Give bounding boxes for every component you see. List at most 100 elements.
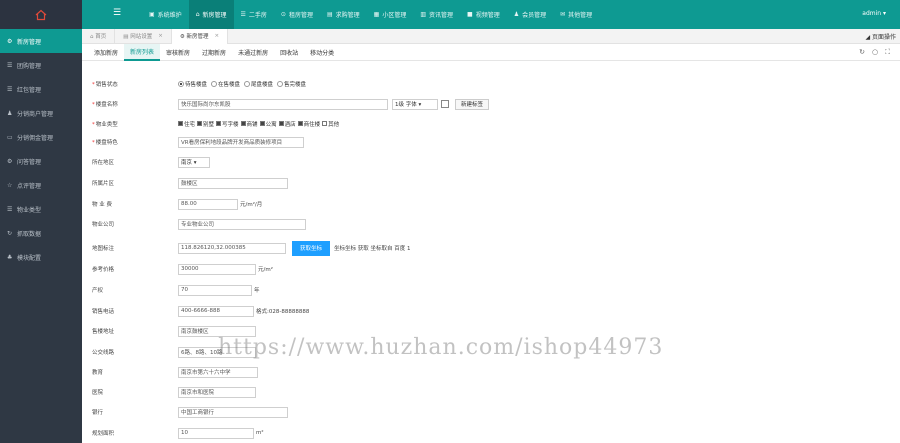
name-input[interactable]: 快乐国际尚尔东凯股 — [178, 98, 388, 110]
radio-label: 在售楼盘 — [218, 81, 241, 88]
color-picker-icon[interactable] — [441, 100, 449, 108]
car-icon: ⊙ — [280, 11, 286, 18]
get-coordinate-button[interactable]: 获取坐标 — [292, 240, 331, 256]
close-icon[interactable]: × — [158, 33, 163, 39]
topnav-item-6[interactable]: ▥ 资讯管理 — [413, 0, 460, 29]
fullscreen-icon[interactable]: ⛶ — [885, 48, 890, 57]
sidebar-item-6[interactable]: ☆ 点评管理 — [0, 173, 82, 197]
address-input[interactable]: 南京鼓楼区 — [178, 325, 256, 337]
feature-input[interactable]: VR看房保利地段品牌开发商品质装修项目 — [178, 136, 304, 148]
checkbox-box — [297, 121, 303, 127]
subtab-1[interactable]: 新房列表 — [124, 43, 161, 61]
avg-price-input[interactable]: 30000 — [178, 263, 256, 275]
font-select[interactable]: 1级 字体 ▾ — [392, 98, 438, 110]
sale-status-radio-1[interactable]: 在售楼盘 — [211, 80, 240, 88]
bus-input[interactable]: 6路、8路、10路 — [178, 346, 256, 358]
sidebar-item-9[interactable]: ♣ 模块配置 — [0, 245, 82, 269]
topnav-item-7[interactable]: ■ 视频管理 — [460, 0, 507, 29]
sidebar-item-1[interactable]: ☰ 团购管理 — [0, 53, 82, 77]
property-type-checkbox-2[interactable]: 写字楼 — [216, 120, 239, 128]
topnav-item-8[interactable]: ♟ 会员管理 — [507, 0, 553, 29]
subtab-6[interactable]: 移动分类 — [304, 44, 340, 61]
subtab-4[interactable]: 未通过新房 — [232, 44, 274, 61]
property-type-checkbox-0[interactable]: 住宅 — [178, 120, 195, 128]
sidebar-item-label: 抓取数据 — [17, 230, 42, 238]
radio-dot — [211, 80, 218, 87]
user-menu[interactable]: admin ▾ — [862, 10, 886, 17]
page-operations-button[interactable]: ◢ 页面操作 — [865, 32, 896, 41]
radio-dot — [244, 80, 251, 87]
property-type-checkbox-4[interactable]: 公寓 — [259, 120, 277, 128]
topnav-item-5[interactable]: ▦ 小区管理 — [367, 0, 414, 29]
sale-status-radio-0[interactable]: 待售楼盘 — [178, 80, 207, 88]
topnav-item-label: 求购管理 — [335, 12, 360, 19]
sidebar-item-0[interactable]: ⚙ 新房管理 — [0, 29, 82, 53]
sidebar-item-3[interactable]: ♟ 分销商户管理 — [0, 101, 82, 125]
property-type-checkbox-1[interactable]: 别墅 — [197, 120, 214, 128]
subtab-2[interactable]: 审核新房 — [160, 44, 196, 61]
topnav-item-9[interactable]: ✉ 其他管理 — [553, 0, 599, 29]
tab-2[interactable]: ⚙ 新房管理 × — [171, 28, 229, 44]
logo[interactable] — [0, 0, 82, 29]
area-input[interactable]: 鼓楼区 — [178, 177, 288, 189]
sidebar-item-label: 物业类型 — [17, 206, 42, 214]
topnav-item-3[interactable]: ⊙ 租房管理 — [274, 0, 320, 29]
list-icon: ☰ — [7, 205, 13, 213]
region-select[interactable]: 南京 ▾ — [178, 156, 210, 168]
wallet-icon: ▭ — [7, 133, 13, 141]
building-icon: ▤ — [326, 11, 333, 18]
subtab-0[interactable]: 添加新房 — [88, 44, 124, 61]
row-hospital: 医院 南京市和医院 — [92, 386, 256, 398]
bus-label: 公交线路 — [92, 350, 115, 356]
search-icon[interactable]: ○ — [872, 48, 878, 57]
home-logo-icon — [35, 9, 47, 20]
school-input[interactable]: 南京市第六十六中学 — [178, 366, 258, 378]
video-icon: ■ — [467, 11, 473, 18]
phone-input[interactable]: 400-6666-888 — [178, 305, 254, 317]
plan-area-input[interactable]: 10 — [178, 427, 254, 439]
fee-input[interactable]: 88.00 — [178, 198, 238, 210]
property-type-checkbox-6[interactable]: 商住楼 — [297, 120, 320, 128]
style-button[interactable]: 新建标签 — [455, 98, 490, 110]
sidebar-item-label: 红包管理 — [17, 86, 42, 94]
topnav-item-label: 租房管理 — [288, 12, 313, 19]
hospital-input[interactable]: 南京市和医院 — [178, 386, 256, 398]
sidebar-item-4[interactable]: ▭ 分销佣金管理 — [0, 125, 82, 149]
property-type-checkbox-5[interactable]: 酒店 — [278, 120, 296, 128]
tab-label: ▤ 网站设置 — [123, 34, 153, 40]
property-type-label: 物业类型 — [95, 122, 118, 128]
close-icon[interactable]: × — [215, 33, 220, 39]
sidebar-item-7[interactable]: ☰ 物业类型 — [0, 197, 82, 221]
sidebar-item-5[interactable]: ⚙ 问答管理 — [0, 149, 82, 173]
bank-input[interactable]: 中国工商银行 — [178, 406, 288, 418]
property-type-checkbox-7[interactable]: 其他 — [322, 120, 339, 128]
property-type-checkbox-3[interactable]: 商铺 — [240, 120, 258, 128]
name-label: 楼盘名称 — [95, 102, 118, 108]
topnav-item-0[interactable]: ▣ 系统维护 — [142, 0, 189, 29]
tab-1[interactable]: ▤ 网站设置 × — [115, 28, 172, 44]
topnav-item-2[interactable]: ☰ 二手房 — [234, 0, 274, 29]
refresh-icon[interactable]: ↻ — [859, 48, 865, 57]
doc-icon: ▥ — [420, 11, 427, 18]
sidebar-item-8[interactable]: ↻ 抓取数据 — [0, 221, 82, 245]
company-input[interactable]: 专业物业公司 — [178, 218, 306, 230]
subtab-5[interactable]: 回收站 — [274, 44, 304, 61]
topnav-item-4[interactable]: ▤ 求购管理 — [320, 0, 367, 29]
address-label: 售楼地址 — [92, 329, 115, 335]
map-coordinate-input[interactable]: 118.826120,32.000385 — [178, 242, 286, 254]
sale-status-radio-3[interactable]: 售完楼盘 — [277, 80, 306, 88]
row-name: *楼盘名称 快乐国际尚尔东凯股 1级 字体 ▾ 新建标签 — [92, 98, 490, 110]
tab-0[interactable]: ⌂ 首页 — [82, 28, 116, 44]
sidebar-item-2[interactable]: ☰ 红包管理 — [0, 77, 82, 101]
topnav-item-1[interactable]: ⌂ 新房管理 — [188, 0, 234, 29]
row-plan-area: 规划面积 10 m² — [92, 427, 264, 439]
fee-unit: 元/m²/月 — [240, 202, 263, 208]
subtab-3[interactable]: 过期新房 — [196, 44, 232, 61]
tab-label: ⚙ 新房管理 — [179, 34, 209, 40]
menu-toggle-icon[interactable]: ☰ — [113, 9, 122, 18]
years-input[interactable]: 70 — [178, 284, 252, 296]
sale-status-radio-2[interactable]: 尾盘楼盘 — [244, 80, 273, 88]
sidebar: ⚙ 新房管理 ☰ 团购管理 ☰ 红包管理 ♟ 分销商户管理 ▭ 分销佣金管理 ⚙ 问答管理 ☆ 点评管理 ☰… — [0, 29, 82, 443]
desktop-icon: ▣ — [149, 11, 155, 18]
checkbox-label: 其他 — [328, 121, 340, 128]
